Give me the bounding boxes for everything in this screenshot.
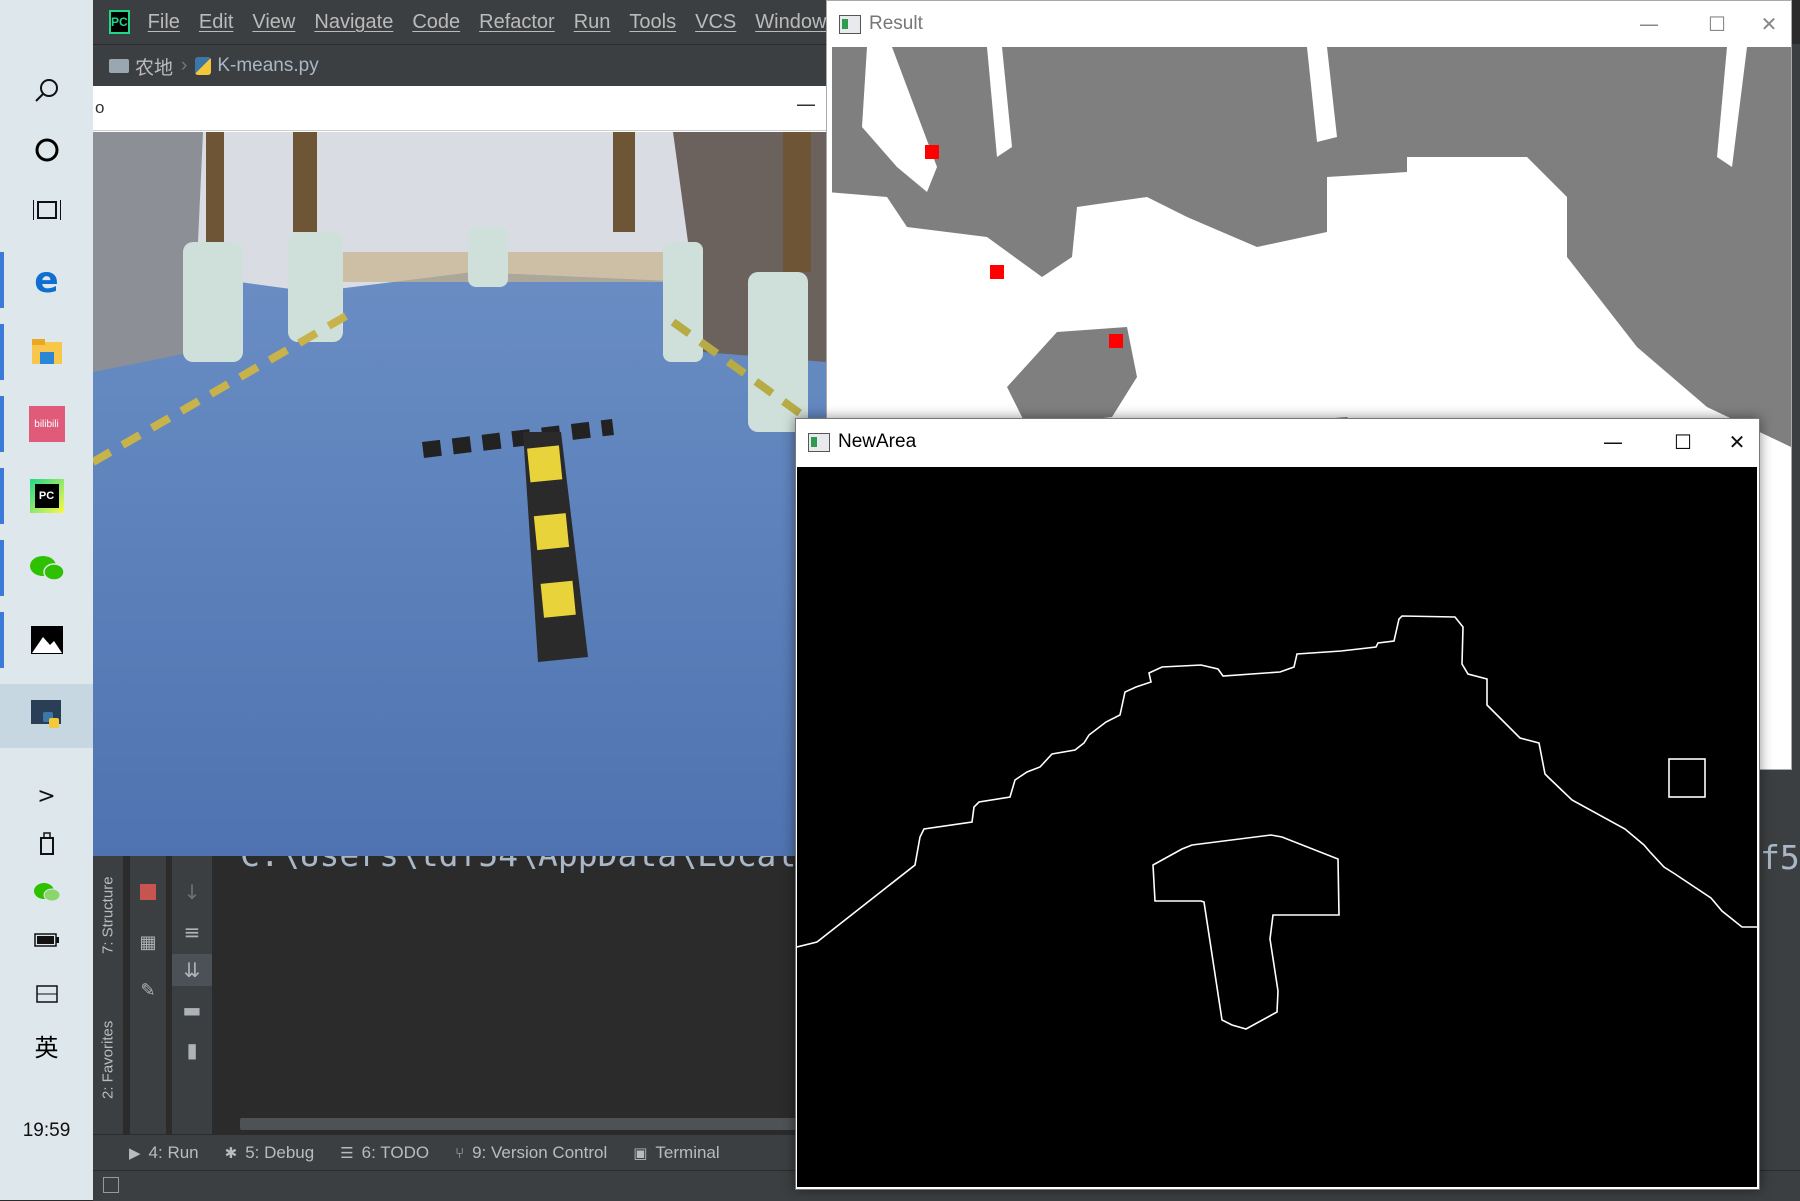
marker-1 bbox=[925, 145, 939, 159]
scroll-to-end-icon[interactable]: ⇊ bbox=[172, 954, 212, 986]
breadcrumb-separator-icon: › bbox=[181, 55, 188, 76]
camera-image bbox=[91, 132, 829, 856]
battery-icon[interactable] bbox=[0, 912, 93, 968]
search-icon[interactable] bbox=[0, 62, 93, 118]
folder-icon bbox=[109, 59, 129, 73]
tab-structure[interactable]: 7: Structure bbox=[93, 850, 123, 980]
status-toggle-icon[interactable] bbox=[103, 1177, 119, 1193]
minimize-button[interactable]: — bbox=[796, 92, 816, 116]
contour-image bbox=[796, 467, 1757, 1187]
result-window-titlebar[interactable]: Result — ☐ ✕ bbox=[827, 1, 1791, 47]
newarea-window[interactable]: NewArea — ☐ ✕ bbox=[795, 418, 1760, 1190]
newarea-maximize-button[interactable]: ☐ bbox=[1661, 427, 1705, 457]
console-text-tail: f5 bbox=[1760, 838, 1800, 877]
menu-file[interactable]: File bbox=[148, 11, 180, 34]
tab-favorites[interactable]: 2: Favorites bbox=[93, 1000, 123, 1120]
image-window-titlebar[interactable]: o — bbox=[93, 86, 826, 131]
newarea-window-titlebar[interactable]: NewArea — ☐ ✕ bbox=[796, 419, 1759, 465]
clear-icon[interactable]: ▮ bbox=[172, 1034, 212, 1066]
terminal-icon: ▣ bbox=[633, 1144, 648, 1162]
result-minimize-button[interactable]: — bbox=[1627, 9, 1671, 39]
result-close-button[interactable]: ✕ bbox=[1747, 9, 1791, 39]
contour-outline-image bbox=[796, 467, 1757, 1187]
scroll-down-icon[interactable]: ↓ bbox=[172, 876, 212, 908]
taskbar-clock[interactable]: 19:59 bbox=[0, 1120, 93, 1142]
result-window-title: Result bbox=[869, 13, 923, 34]
opencv-window-icon bbox=[839, 15, 861, 34]
opencv-window-icon bbox=[808, 433, 830, 452]
edge-icon[interactable]: e bbox=[0, 252, 93, 308]
debug-icon: ✱ bbox=[224, 1144, 238, 1162]
menu-tools[interactable]: Tools bbox=[629, 11, 676, 34]
tab-version-control[interactable]: ⑂ 9: Version Control bbox=[455, 1143, 607, 1163]
tab-version-control-label: 9: Version Control bbox=[472, 1143, 608, 1162]
breadcrumb-folder[interactable]: 农地 bbox=[135, 53, 173, 80]
run-toolbar-primary: ▦ ✎ bbox=[130, 850, 166, 1134]
input-method-indicator[interactable]: 英 bbox=[0, 1028, 93, 1063]
stop-icon[interactable] bbox=[130, 876, 166, 908]
menu-vcs[interactable]: VCS bbox=[695, 11, 736, 34]
image-window[interactable]: o — bbox=[91, 86, 829, 856]
tab-terminal-label: Terminal bbox=[655, 1143, 720, 1162]
tab-debug-label: 5: Debug bbox=[245, 1143, 315, 1162]
pin-icon[interactable]: ✎ bbox=[130, 974, 166, 1006]
menu-refactor[interactable]: Refactor bbox=[479, 11, 555, 34]
console-horizontal-scrollbar[interactable] bbox=[240, 1118, 800, 1130]
menu-view[interactable]: View bbox=[252, 11, 295, 34]
pycharm-icon[interactable]: PC bbox=[0, 468, 93, 524]
tab-terminal[interactable]: ▣ Terminal bbox=[633, 1143, 719, 1163]
tab-todo[interactable]: ☰ 6: TODO bbox=[340, 1143, 429, 1163]
taskbar: e bilibili PC > 英 19:59 bbox=[0, 0, 93, 1200]
marker-2 bbox=[990, 265, 1004, 279]
print-icon[interactable]: ▬ bbox=[172, 994, 212, 1026]
bottom-tool-tabs: ▶ 4: Run ✱ 5: Debug ☰ 6: TODO ⑂ 9: Version C… bbox=[93, 1134, 800, 1171]
layout-icon[interactable]: ▦ bbox=[130, 926, 166, 958]
menu-edit[interactable]: Edit bbox=[199, 11, 233, 34]
menu-run[interactable]: Run bbox=[574, 11, 611, 34]
breadcrumb-file[interactable]: K-means.py bbox=[217, 55, 318, 77]
python-file-icon bbox=[195, 57, 212, 75]
result-maximize-button[interactable]: ☐ bbox=[1695, 9, 1739, 39]
menu-navigate[interactable]: Navigate bbox=[314, 11, 393, 34]
run-icon: ▶ bbox=[129, 1144, 141, 1162]
tab-run[interactable]: ▶ 4: Run bbox=[129, 1143, 199, 1163]
tab-run-label: 4: Run bbox=[148, 1143, 199, 1162]
menu-bar: PC File Edit View Navigate Code Refactor… bbox=[93, 0, 826, 44]
newarea-window-title: NewArea bbox=[838, 431, 917, 452]
menu-window[interactable]: Window bbox=[755, 11, 826, 34]
keyboard-icon[interactable] bbox=[0, 966, 93, 1022]
run-toolbar-secondary: ↓ ≡ ⇊ ▬ ▮ bbox=[172, 850, 212, 1134]
newarea-minimize-button[interactable]: — bbox=[1591, 427, 1635, 457]
newarea-close-button[interactable]: ✕ bbox=[1715, 427, 1759, 457]
python-icon[interactable] bbox=[0, 684, 93, 748]
image-window-title: o bbox=[95, 98, 105, 117]
windows-start-icon[interactable] bbox=[0, 2, 93, 58]
pycharm-logo-icon: PC bbox=[109, 10, 130, 34]
todo-icon: ☰ bbox=[340, 1144, 354, 1162]
menu-code[interactable]: Code bbox=[412, 11, 460, 34]
photos-icon[interactable] bbox=[0, 612, 93, 668]
wechat-icon[interactable] bbox=[0, 540, 93, 596]
task-view-icon[interactable] bbox=[0, 182, 93, 238]
version-control-icon: ⑂ bbox=[455, 1144, 465, 1162]
breadcrumb: 农地 › K-means.py bbox=[93, 44, 826, 87]
tab-todo-label: 6: TODO bbox=[361, 1143, 430, 1162]
marker-3 bbox=[1109, 334, 1123, 348]
camera-image-scene bbox=[91, 132, 829, 856]
left-tool-strip: 7: Structure 2: Favorites bbox=[93, 850, 123, 1134]
bilibili-icon[interactable]: bilibili bbox=[0, 396, 93, 452]
tab-debug[interactable]: ✱ 5: Debug bbox=[225, 1143, 315, 1163]
soft-wrap-icon[interactable]: ≡ bbox=[172, 916, 212, 948]
cortana-icon[interactable] bbox=[0, 122, 93, 178]
file-explorer-icon[interactable] bbox=[0, 324, 93, 380]
